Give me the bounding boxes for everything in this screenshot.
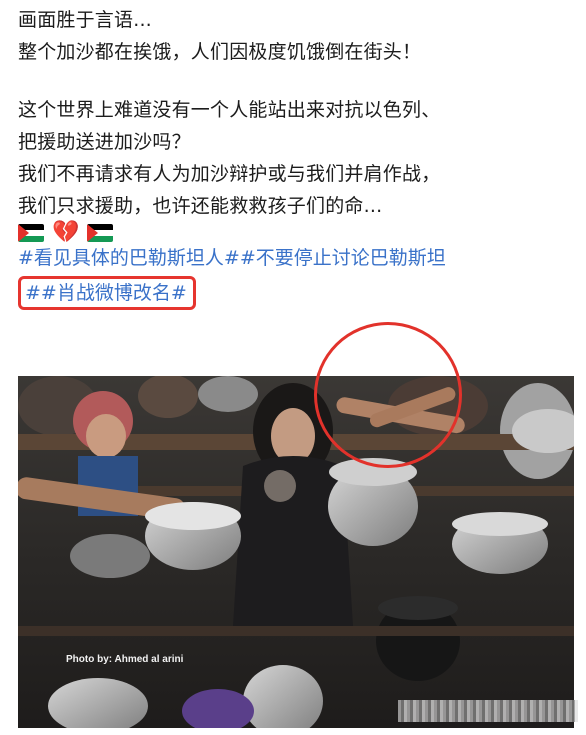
post-line-3: 这个世界上难道没有一个人能站出来对抗以色列、 xyxy=(18,99,441,121)
broken-heart-icon: 💔 xyxy=(52,220,80,245)
post-line-2: 整个加沙都在挨饿，人们因极度饥饿倒在街头！ xyxy=(18,41,422,63)
post-line-5: 我们不再请求有人为加沙辩护或与我们并肩作战， xyxy=(18,163,441,185)
photo-credit: Photo by: Ahmed al arini xyxy=(66,654,184,665)
hashtag-links[interactable]: #看见具体的巴勒斯坦人##不要停止讨论巴勒斯坦 xyxy=(18,242,574,274)
palestine-flag-icon xyxy=(87,224,114,242)
photo-illustration xyxy=(18,376,574,728)
post-line-6: 我们只求援助，也许还能救救孩子们的命... xyxy=(18,195,383,217)
hashtag-highlighted[interactable]: ##肖战微博改名# xyxy=(18,276,196,310)
emoji-row: 💔 xyxy=(18,220,574,245)
palestine-flag-icon xyxy=(18,224,44,242)
blurred-watermark xyxy=(398,700,578,722)
news-photo[interactable]: Photo by: Ahmed al arini xyxy=(18,376,574,728)
post-body: 画面胜于言语... 整个加沙都在挨饿，人们因极度饥饿倒在街头！ 这个世界上难道没… xyxy=(18,4,574,310)
post-line-1: 画面胜于言语... xyxy=(18,9,152,31)
red-circle-highlight xyxy=(314,322,462,468)
post-line-4: 把援助送进加沙吗？ xyxy=(18,131,191,153)
